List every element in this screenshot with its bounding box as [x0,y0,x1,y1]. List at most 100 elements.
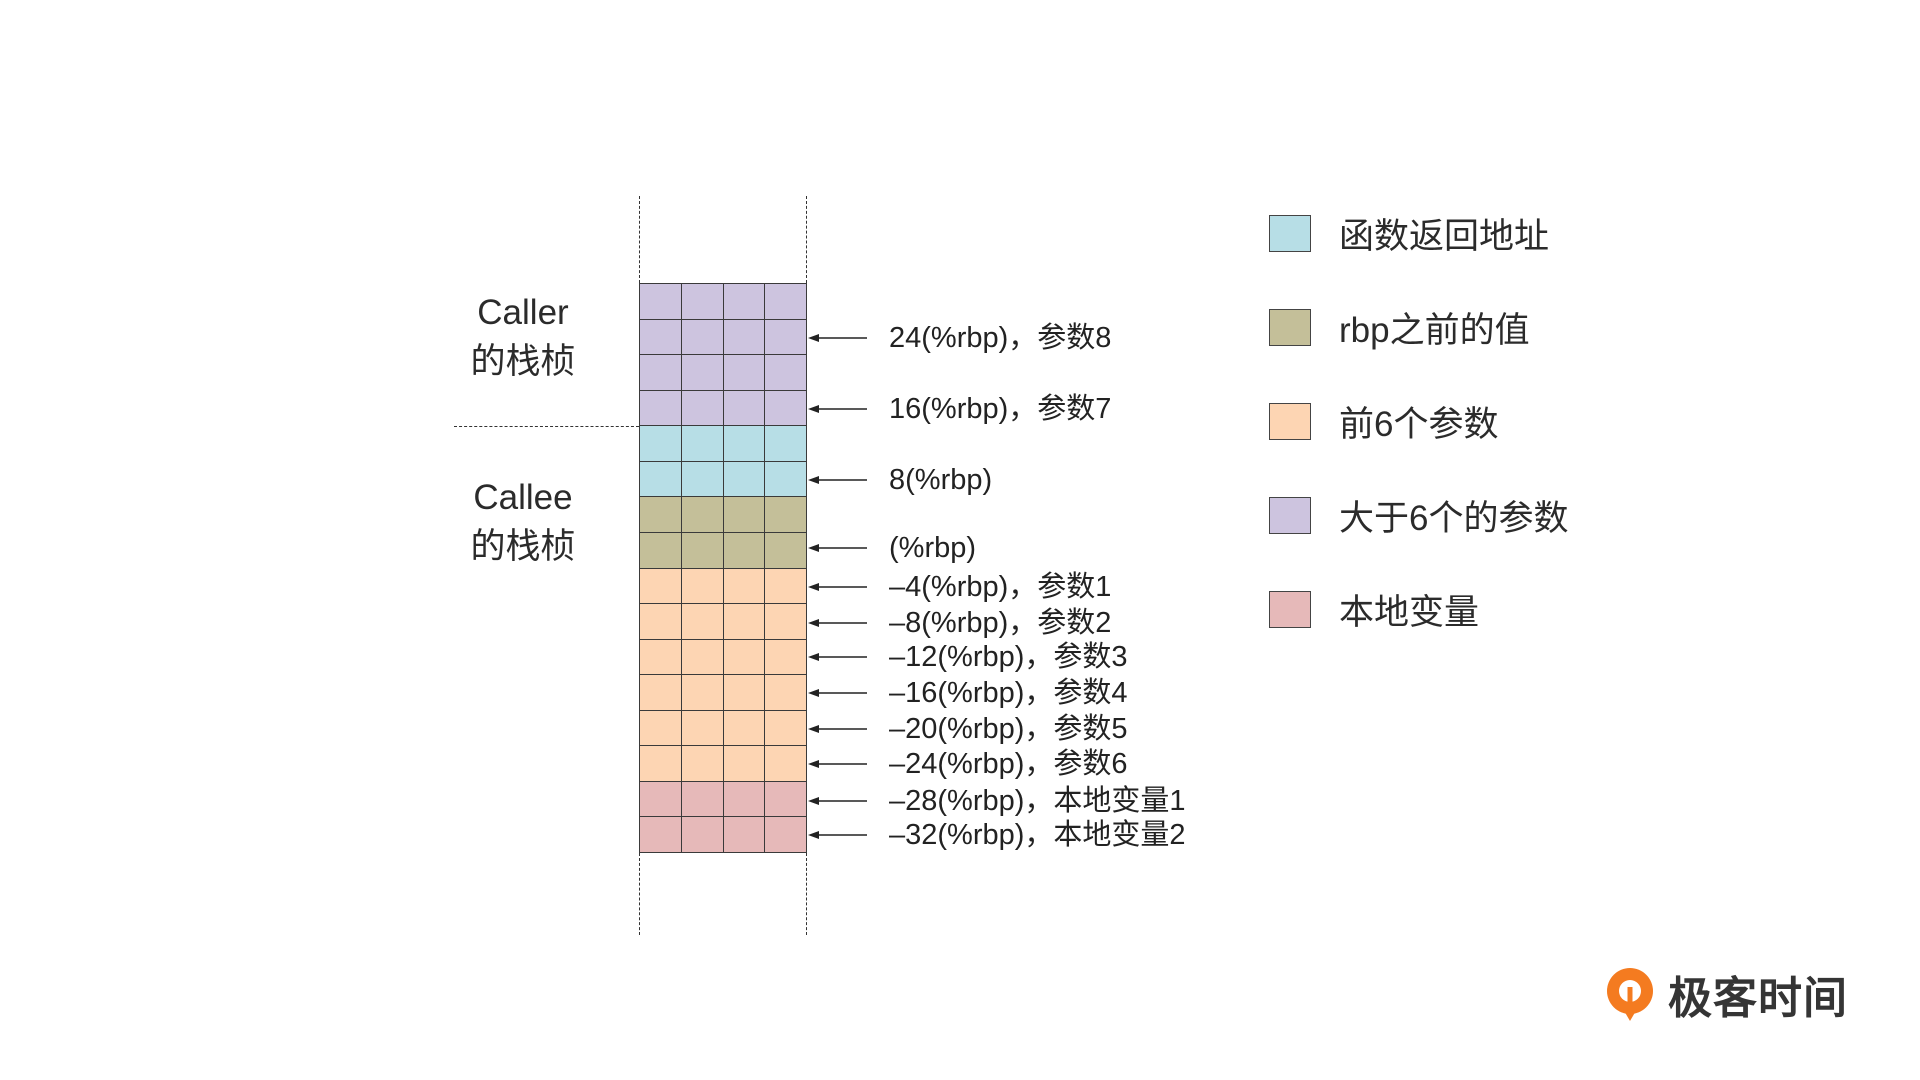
stack-frame [639,283,807,853]
stack-byte-cell [765,319,807,356]
stack-row-return-address [640,461,807,498]
stack-byte-cell [640,355,682,391]
legend-label: 前6个参数 [1339,405,1499,444]
stack-byte-cell [765,746,807,782]
legend-item-locals: 本地变量 [1269,591,1479,632]
stack-byte-cell [723,532,766,569]
stack-byte-cell [765,604,807,640]
stack-top-right-guide [806,196,807,283]
stack-row-first-six-params [640,675,807,711]
offset-pointer: –12(%rbp)，参数3 [808,637,1128,677]
stack-byte-cell [681,604,724,640]
stack-byte-cell [723,390,766,427]
arrow-left-icon [808,831,867,839]
logo-bar [1627,987,1633,1005]
legend-swatch [1269,497,1311,534]
stack-byte-cell [723,497,766,533]
stack-byte-cell [681,710,724,747]
stack-byte-cell [723,604,766,640]
caller-frame-label: Caller 的栈桢 [423,288,623,386]
stack-byte-cell [681,319,724,356]
legend-item-extra-params: 大于6个的参数 [1269,497,1568,538]
stack-row-extra-params [640,319,807,356]
offset-label: –24(%rbp)，参数6 [889,748,1128,780]
stack-byte-cell [723,781,766,818]
logo-tail [1623,1009,1637,1021]
callee-name: Callee [473,478,573,517]
legend-label: 大于6个的参数 [1339,499,1569,538]
stack-byte-cell [640,284,682,320]
offset-pointer: –32(%rbp)，本地变量2 [808,815,1186,855]
offset-pointer: –24(%rbp)，参数6 [808,744,1128,784]
arrow-head [808,583,819,591]
arrow-left-icon [808,653,867,661]
stack-byte-cell [640,461,682,498]
stack-row-locals [640,781,807,818]
stack-byte-cell [681,497,724,533]
arrow-left-icon [808,760,867,768]
stack-byte-cell [723,568,766,605]
stack-byte-cell [681,675,724,711]
offset-label: 8(%rbp) [889,464,993,496]
stack-byte-cell [765,675,807,711]
legend-label: rbp之前的值 [1339,311,1530,350]
arrow-head [808,653,819,661]
offset-label: 24(%rbp)，参数8 [889,322,1112,354]
stack-byte-cell [765,426,807,462]
offset-pointer: 16(%rbp)，参数7 [808,389,1111,429]
arrow-left-icon [808,689,867,697]
stack-byte-cell [640,497,682,533]
offset-label: –16(%rbp)，参数4 [889,677,1128,709]
stack-row-extra-params [640,390,807,427]
offset-label: (%rbp) [889,532,977,564]
arrow-head [808,334,819,342]
stack-byte-cell [640,675,682,711]
arrow-head [808,725,819,733]
stack-byte-cell [640,746,682,782]
callee-frame-label: Callee 的栈桢 [423,473,623,571]
caller-frame-text: 的栈桢 [470,342,576,381]
arrow-left-icon [808,476,867,484]
arrow-head [808,689,819,697]
stack-byte-cell [640,781,682,818]
frame-divider [454,426,639,427]
stack-byte-cell [723,817,766,853]
stack-byte-cell [723,284,766,320]
stack-byte-cell [765,532,807,569]
stack-row-return-address [640,426,807,462]
offset-pointer: 8(%rbp) [808,460,992,500]
arrow-head [808,544,819,552]
stack-byte-cell [681,781,724,818]
legend-item-first-six-params: 前6个参数 [1269,403,1498,444]
stack-byte-cell [723,426,766,462]
legend-item-return-address: 函数返回地址 [1269,215,1549,256]
offset-pointer: –4(%rbp)，参数1 [808,567,1111,607]
arrow-left-icon [808,797,867,805]
legend-swatch [1269,309,1311,346]
stack-row-first-six-params [640,604,807,640]
stack-row-first-six-params [640,568,807,605]
stack-byte-cell [765,781,807,818]
stack-byte-cell [681,284,724,320]
stack-byte-cell [723,639,766,676]
stack-byte-cell [640,817,682,853]
stack-row-first-six-params [640,710,807,747]
stack-byte-cell [640,568,682,605]
legend-item-saved-rbp: rbp之前的值 [1269,309,1530,350]
stack-bottom-right-guide [806,853,807,935]
stack-byte-cell [640,639,682,676]
stack-byte-cell [681,639,724,676]
stack-byte-cell [681,746,724,782]
stack-byte-cell [640,710,682,747]
offset-pointer: 24(%rbp)，参数8 [808,318,1111,358]
stack-byte-cell [765,568,807,605]
stack-row-first-six-params [640,746,807,782]
stack-byte-cell [640,604,682,640]
offset-label: –12(%rbp)，参数3 [889,641,1128,673]
legend-label: 函数返回地址 [1339,217,1550,256]
offset-label: –32(%rbp)，本地变量2 [889,819,1186,851]
offset-label: –4(%rbp)，参数1 [889,571,1112,603]
legend-swatch [1269,215,1311,252]
stack-row-saved-rbp [640,532,807,569]
stack-row-extra-params [640,355,807,391]
